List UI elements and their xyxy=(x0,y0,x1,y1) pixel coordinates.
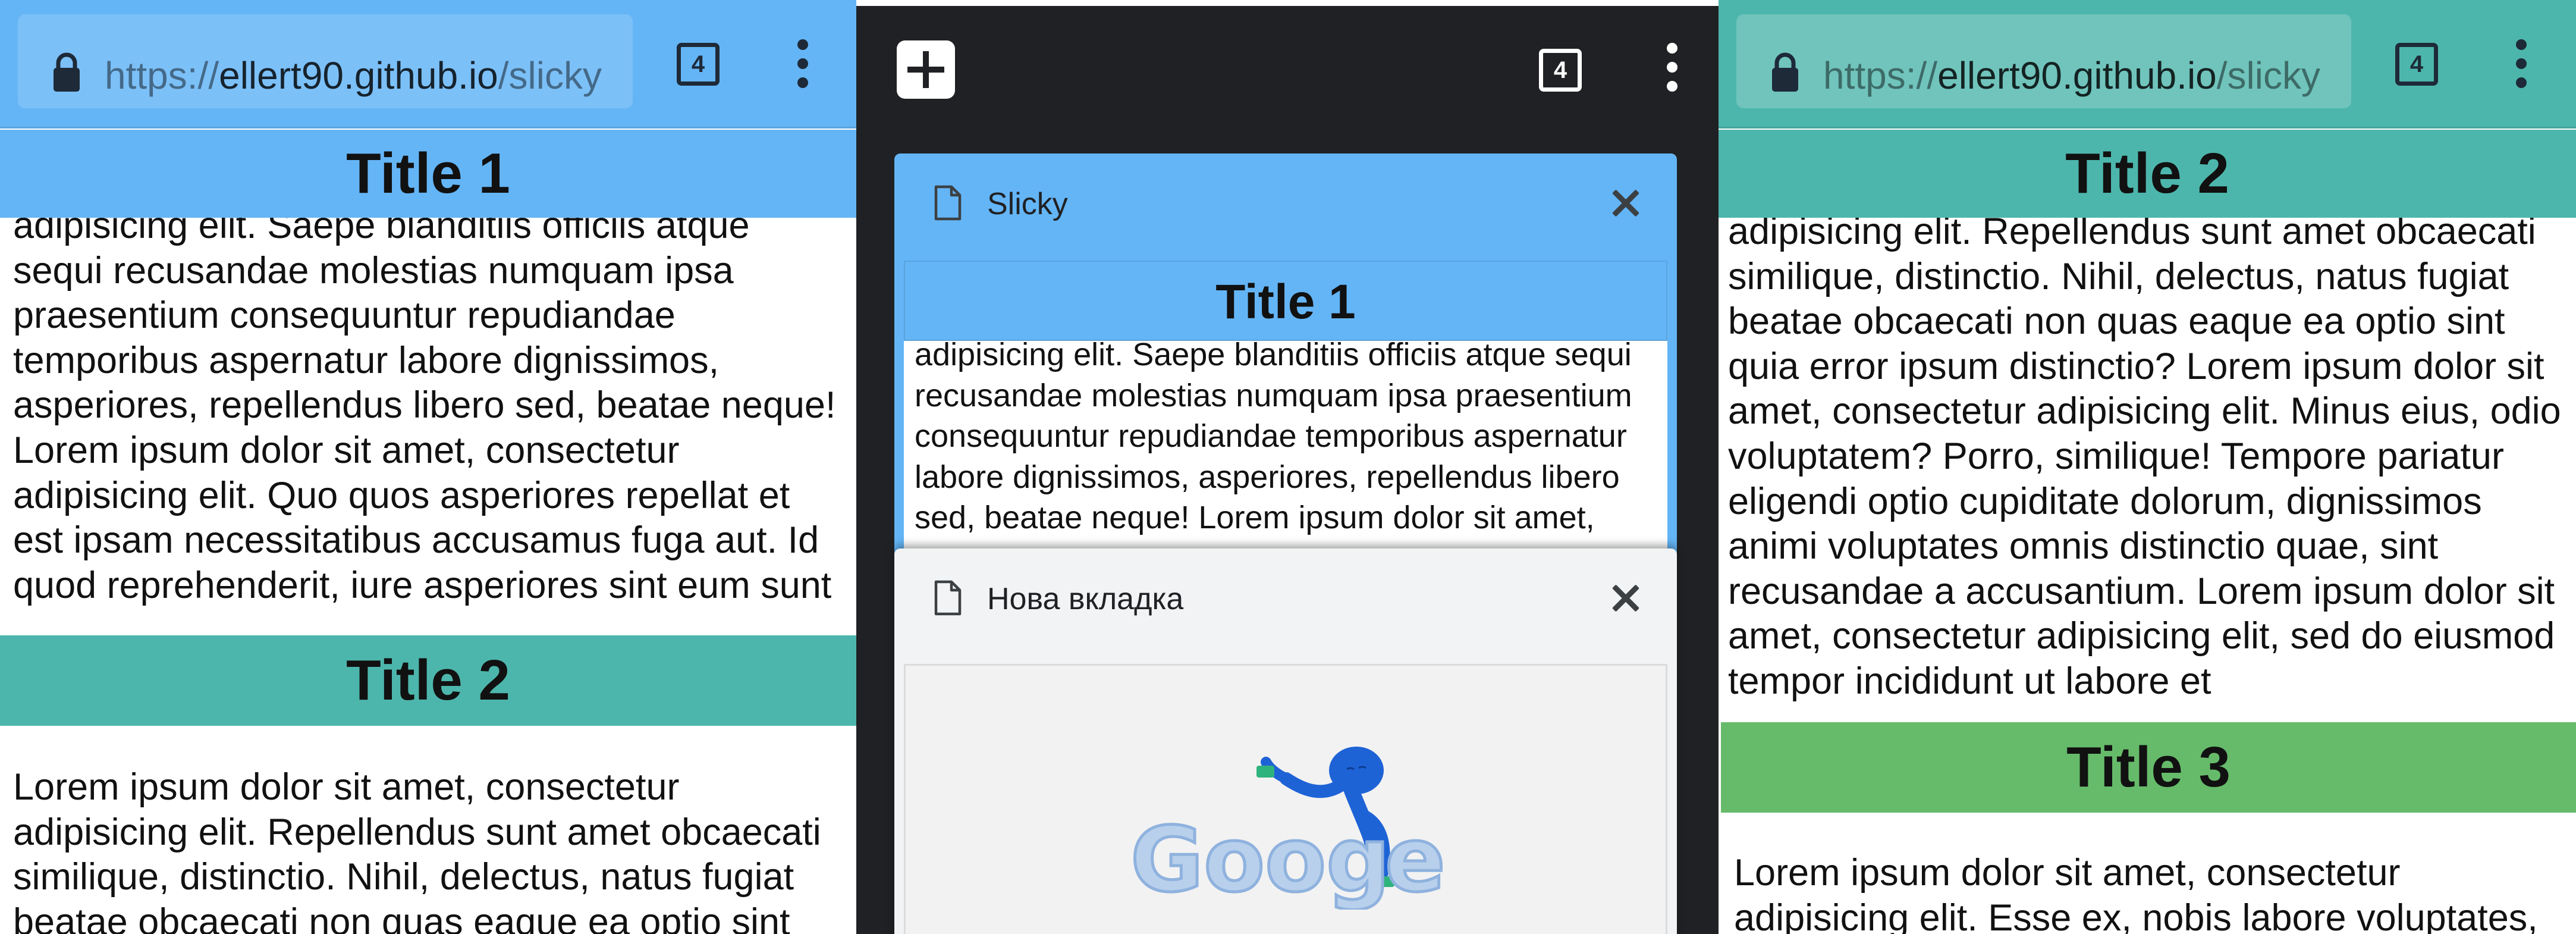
section3-text: Lorem ipsum dolor sit amet, consectetur … xyxy=(1734,852,2538,934)
new-tab-plus-icon[interactable] xyxy=(897,40,955,99)
thumbnail-text: adipisicing elit. Saepe blanditiis offic… xyxy=(915,337,1632,570)
tab-thumbnail: Goog e xyxy=(904,664,1667,934)
section2-text: adipisicing elit. Repellendus sunt amet … xyxy=(1728,211,2561,702)
thumbnail-title: Title 1 xyxy=(904,261,1667,341)
section1-text: adipisicing elit. Saepe blanditiis offic… xyxy=(13,205,836,606)
lock-icon xyxy=(54,52,80,92)
file-icon xyxy=(934,185,962,221)
browser-toolbar: https://ellert90.github.io/slicky 4 xyxy=(1719,0,2576,128)
tab-count-badge[interactable]: 4 xyxy=(1539,49,1582,92)
tab-switcher: 4 Slicky adipisicing elit. Saepe blandit… xyxy=(856,0,1719,934)
url-text[interactable]: https://ellert90.github.io/slicky xyxy=(105,43,628,108)
section1-sticky-title: Title 1 xyxy=(0,130,856,218)
tab-card-header: Нова вкладка xyxy=(894,549,1677,650)
file-icon xyxy=(934,580,962,616)
svg-text:Goog: Goog xyxy=(1130,808,1390,910)
tab-card-header: Slicky xyxy=(894,153,1677,255)
tab-card-new-tab[interactable]: Нова вкладка Goog e xyxy=(894,549,1677,934)
menu-icon[interactable] xyxy=(1660,43,1684,96)
google-doodle-logo: Goog e xyxy=(1129,747,1447,910)
section3-title: Title 3 xyxy=(1721,722,2576,813)
tab-switcher-button[interactable]: 4 xyxy=(2395,43,2438,86)
menu-icon[interactable] xyxy=(2503,39,2539,89)
tab-card-title: Slicky xyxy=(987,187,1068,221)
browser-toolbar: https://ellert90.github.io/slicky 4 xyxy=(0,0,856,128)
tab-card-title: Нова вкладка xyxy=(987,582,1184,616)
menu-icon[interactable] xyxy=(785,39,821,89)
browser-page-title1: adipisicing elit. Saepe blanditiis offic… xyxy=(0,0,856,934)
close-tab-icon[interactable] xyxy=(1604,577,1647,620)
browser-page-title2: adipisicing elit. Repellendus sunt amet … xyxy=(1719,0,2576,934)
tab-thumbnail: adipisicing elit. Saepe blanditiis offic… xyxy=(904,261,1667,570)
tab-card-slicky[interactable]: Slicky adipisicing elit. Saepe blanditii… xyxy=(894,153,1677,570)
close-tab-icon[interactable] xyxy=(1604,182,1647,225)
lock-icon xyxy=(1772,52,1798,92)
section2-title: Title 2 xyxy=(0,635,856,726)
section2-text: Lorem ipsum dolor sit amet, consectetur … xyxy=(13,766,821,934)
url-text[interactable]: https://ellert90.github.io/slicky xyxy=(1823,43,2346,108)
address-bar[interactable]: https://ellert90.github.io/slicky xyxy=(1736,14,2351,108)
section2-sticky-title: Title 2 xyxy=(1719,130,2576,218)
address-bar[interactable]: https://ellert90.github.io/slicky xyxy=(18,14,633,108)
tab-switcher-button[interactable]: 4 xyxy=(677,43,720,86)
svg-text:e: e xyxy=(1385,808,1446,910)
